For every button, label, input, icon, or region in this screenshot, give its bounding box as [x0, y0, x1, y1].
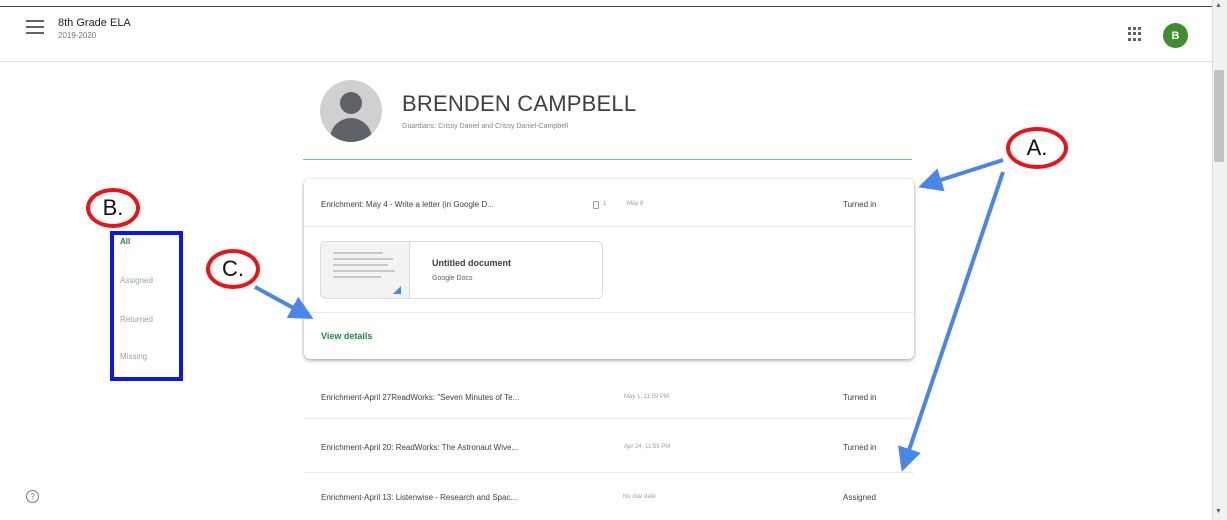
annotation-callout-b: B.	[86, 188, 140, 228]
annotation-arrows	[254, 158, 1005, 472]
annotation-callout-a: A.	[1006, 127, 1068, 169]
arrow-a-to-assigned	[898, 171, 1005, 472]
annotation-callout-c: C.	[206, 249, 260, 289]
arrow-c-to-view-details	[254, 285, 314, 319]
arrow-a-to-status	[918, 158, 1004, 192]
